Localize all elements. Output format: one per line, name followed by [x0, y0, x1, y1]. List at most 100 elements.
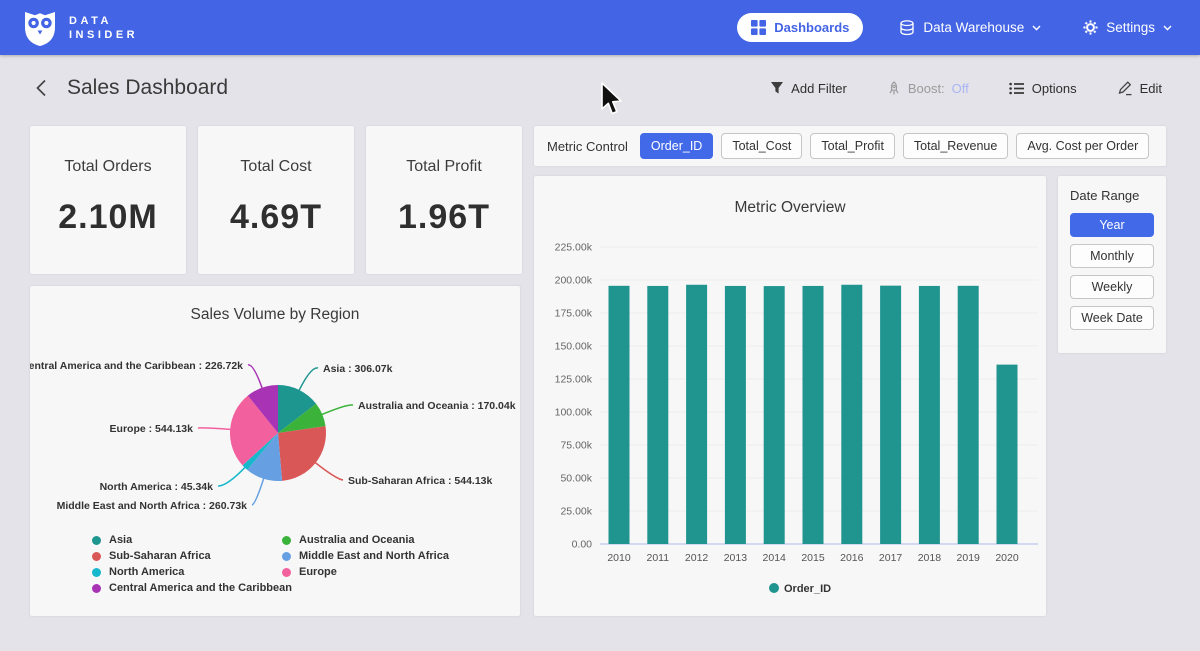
legend-label: Sub-Saharan Africa [109, 550, 211, 562]
brand-name: DATA INSIDER [69, 14, 138, 42]
svg-text:Australia and Oceania : 170.04: Australia and Oceania : 170.04k [358, 400, 516, 412]
pie-legend-item: Middle East and North Africa [282, 548, 449, 564]
svg-text:150.00k: 150.00k [555, 341, 593, 353]
rocket-icon [887, 81, 901, 96]
page-title: Sales Dashboard [67, 76, 228, 100]
svg-text:2012: 2012 [685, 552, 709, 564]
filter-funnel-icon [770, 81, 784, 95]
svg-text:2011: 2011 [647, 552, 670, 564]
metric-control-label: Metric Control [547, 139, 628, 154]
svg-text:225.00k: 225.00k [555, 242, 593, 254]
svg-text:175.00k: 175.00k [555, 308, 593, 320]
svg-text:Europe : 544.13k: Europe : 544.13k [110, 423, 194, 435]
nav-data-warehouse-label: Data Warehouse [923, 20, 1024, 35]
gear-icon [1083, 20, 1098, 35]
kpi-label: Total Cost [240, 158, 311, 176]
chevron-down-icon [1032, 25, 1041, 31]
legend-dot-icon [282, 552, 291, 561]
date-range-button-group: Year Monthly Weekly Week Date [1070, 213, 1154, 330]
pie-legend-column-1: AsiaSub-Saharan AfricaNorth AmericaCentr… [92, 532, 292, 596]
date-range-option-button[interactable]: Weekly [1070, 275, 1154, 299]
svg-text:North America : 45.34k: North America : 45.34k [100, 481, 214, 493]
svg-text:2020: 2020 [995, 552, 1019, 564]
pie-legend-item: Europe [282, 564, 449, 580]
svg-text:125.00k: 125.00k [555, 374, 593, 386]
nav-settings-label: Settings [1106, 20, 1155, 35]
kpi-value: 1.96T [398, 198, 490, 237]
svg-text:75.00k: 75.00k [560, 440, 592, 452]
kpi-label: Total Profit [406, 158, 482, 176]
pie-legend-item: Asia [92, 532, 292, 548]
legend-label: Central America and the Caribbean [109, 582, 292, 594]
svg-text:2017: 2017 [879, 552, 903, 564]
legend-label: Europe [299, 566, 337, 578]
bar-chart: 0.0025.00k50.00k75.00k100.00k125.00k150.… [534, 216, 1046, 616]
svg-text:0.00: 0.00 [572, 539, 593, 551]
nav-dashboards-label: Dashboards [774, 20, 849, 35]
header-actions: Add Filter Boost: Off Options [764, 79, 1168, 97]
metric-button-group: Order_ID Total_Cost Total_Profit Total_Reve… [640, 133, 1149, 159]
chevron-left-icon [36, 79, 47, 97]
nav-dashboards-button[interactable]: Dashboards [737, 13, 863, 42]
svg-text:2013: 2013 [724, 552, 748, 564]
svg-text:100.00k: 100.00k [555, 407, 593, 419]
date-range-option-button[interactable]: Week Date [1070, 306, 1154, 330]
svg-text:2015: 2015 [801, 552, 825, 564]
date-range-option-button[interactable]: Year [1070, 213, 1154, 237]
database-icon [899, 20, 915, 36]
kpi-card-total-profit: Total Profit 1.96T [366, 126, 522, 274]
pie-chart-title: Sales Volume by Region [30, 306, 520, 324]
kpi-label: Total Orders [64, 158, 151, 176]
page-header: Sales Dashboard Add Filter Boost: Off [0, 55, 1200, 121]
svg-text:2016: 2016 [840, 552, 864, 564]
edit-button[interactable]: Edit [1111, 79, 1168, 97]
legend-label: Middle East and North Africa [299, 550, 449, 562]
metric-control-bar: Metric Control Order_ID Total_Cost Total_P… [534, 126, 1166, 166]
pie-legend-item: Central America and the Caribbean [92, 580, 292, 596]
legend-dot-icon [282, 536, 291, 545]
boost-state: Off [952, 81, 969, 96]
metric-option-button[interactable]: Order_ID [640, 133, 713, 159]
svg-text:2018: 2018 [918, 552, 942, 564]
metric-option-button[interactable]: Total_Cost [721, 133, 802, 159]
kpi-card-total-cost: Total Cost 4.69T [198, 126, 354, 274]
kpi-card-total-orders: Total Orders 2.10M [30, 126, 186, 274]
legend-dot-icon [92, 568, 101, 577]
metric-option-button[interactable]: Total_Profit [810, 133, 895, 159]
boost-label: Boost: [908, 81, 945, 96]
add-filter-label: Add Filter [791, 81, 847, 96]
svg-text:2019: 2019 [957, 552, 981, 564]
chevron-down-icon [1163, 25, 1172, 31]
date-range-label: Date Range [1070, 188, 1154, 203]
metric-option-button[interactable]: Avg. Cost per Order [1016, 133, 1149, 159]
date-range-option-button[interactable]: Monthly [1070, 244, 1154, 268]
top-navigation-bar: DATA INSIDER Dashboards D [0, 0, 1200, 55]
svg-text:Middle East and North Africa :: Middle East and North Africa : 260.73k [57, 500, 248, 512]
svg-text:Asia : 306.07k: Asia : 306.07k [323, 363, 393, 375]
nav-data-warehouse-button[interactable]: Data Warehouse [893, 19, 1047, 37]
boost-toggle[interactable]: Boost: Off [881, 80, 975, 97]
brand-logo: DATA INSIDER [22, 9, 138, 47]
dashboard-screen: DATA INSIDER Dashboards D [0, 0, 1200, 651]
kpi-value: 4.69T [230, 198, 322, 237]
back-button[interactable] [32, 77, 51, 99]
owl-logo-icon [22, 9, 58, 47]
nav-settings-button[interactable]: Settings [1077, 19, 1178, 36]
svg-text:Order_ID: Order_ID [784, 583, 831, 595]
options-button[interactable]: Options [1003, 80, 1083, 97]
sales-volume-chart-card: Sales Volume by Region Asia : 306.07k Aus… [30, 286, 520, 616]
legend-label: Australia and Oceania [299, 534, 415, 546]
bar-chart-title: Metric Overview [534, 199, 1046, 217]
top-nav-menu: Dashboards Data Warehouse [737, 13, 1178, 42]
kpi-value: 2.10M [58, 198, 158, 237]
add-filter-button[interactable]: Add Filter [764, 80, 853, 97]
metric-overview-chart-card: Metric Overview 0.0025.00k50.00k75.00k10… [534, 176, 1046, 616]
pie-legend-item: Australia and Oceania [282, 532, 449, 548]
dashboard-grid-icon [751, 20, 766, 35]
svg-text:Central America and the Caribb: Central America and the Caribbean : 226.… [30, 360, 243, 372]
pencil-icon [1117, 80, 1133, 96]
legend-label: Asia [109, 534, 132, 546]
legend-dot-icon [92, 552, 101, 561]
metric-option-button[interactable]: Total_Revenue [903, 133, 1008, 159]
svg-text:200.00k: 200.00k [555, 275, 593, 287]
